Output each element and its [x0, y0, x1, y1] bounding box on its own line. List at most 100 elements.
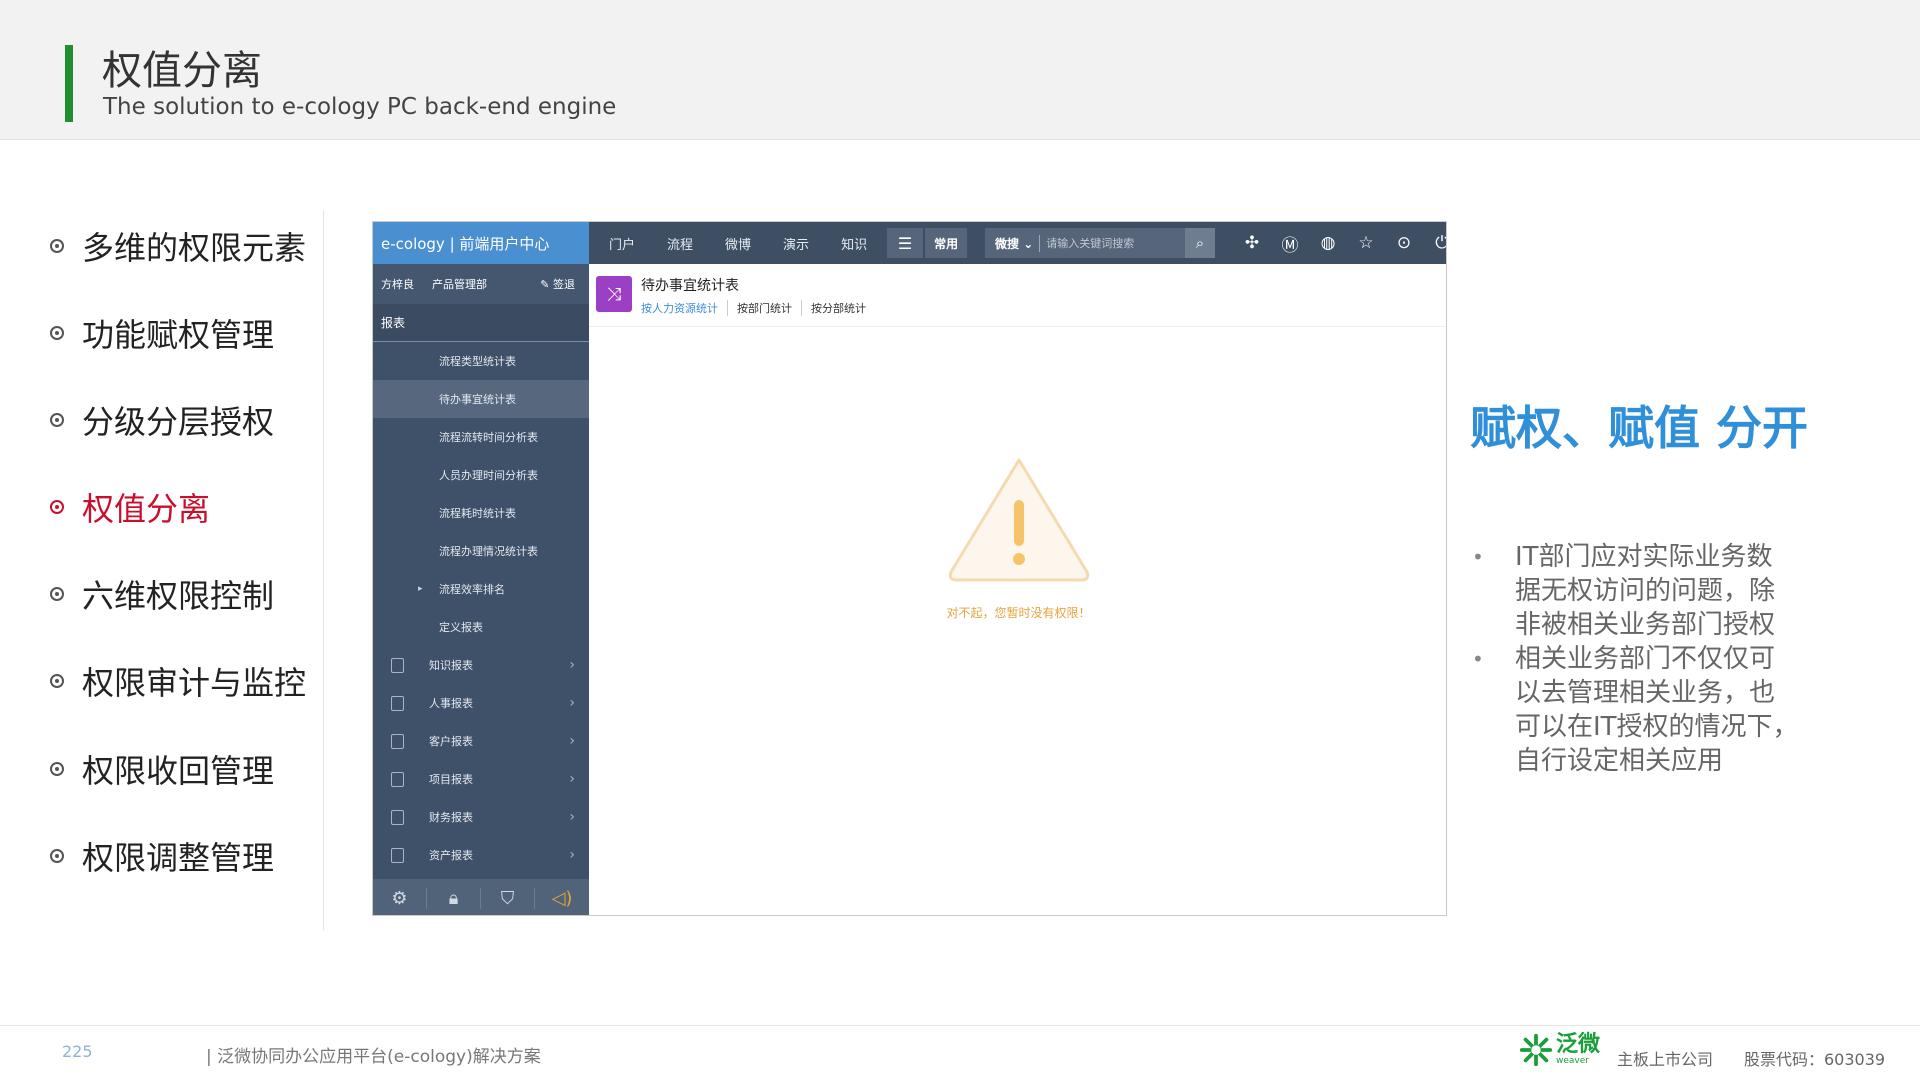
- bullet-line: 可以在IT授权的情况下，: [1515, 712, 1799, 742]
- group-label: 财务报表: [429, 811, 473, 824]
- nav-weibo[interactable]: 微博: [725, 234, 751, 253]
- nav-knowledge[interactable]: 知识: [841, 234, 867, 253]
- sidebar-group[interactable]: 财务报表 ›: [373, 798, 589, 836]
- menu-item-2[interactable]: 分级分层授权: [50, 396, 274, 444]
- logo-brand-name: 泛微: [1556, 1032, 1601, 1057]
- report-tabs: 按人力资源统计 按部门统计 按分部统计: [641, 300, 875, 316]
- menu-item-label: 权限审计与监控: [82, 664, 307, 702]
- sidebar-group[interactable]: 知识报表 ›: [373, 646, 589, 684]
- bullet-item: IT部门应对实际业务数 据无权访问的问题，除 非被相关业务部门授权: [1470, 540, 1830, 642]
- chevron-right-icon: ›: [569, 847, 575, 863]
- app-brand[interactable]: e-cology | 前端用户中心: [373, 222, 589, 264]
- sub-item-label: 流程耗时统计表: [439, 507, 516, 520]
- sub-item-label: 待办事宜统计表: [439, 393, 516, 406]
- slide-header: 权值分离 The solution to e-cology PC back-en…: [0, 0, 1920, 140]
- menu-item-1[interactable]: 功能赋权管理: [50, 309, 274, 357]
- more-icon[interactable]: ⊙: [1385, 233, 1423, 253]
- sidebar-group[interactable]: 人事报表 ›: [373, 684, 589, 722]
- sidebar-sub-item[interactable]: 人员办理时间分析表: [373, 456, 589, 494]
- menu-item-label: 六维权限控制: [82, 577, 275, 615]
- menu-item-label: 分级分层授权: [82, 403, 275, 441]
- lock-icon[interactable]: 🔒︎: [427, 887, 481, 909]
- sidebar-sub-item[interactable]: 流程流转时间分析表: [373, 418, 589, 456]
- tab-by-department[interactable]: 按部门统计: [727, 300, 801, 316]
- nav-workflow[interactable]: 流程: [667, 234, 693, 253]
- search-input[interactable]: 请输入关键词搜索: [1046, 235, 1134, 251]
- report-title: 待办事宜统计表: [641, 278, 739, 294]
- section-title-reports[interactable]: 报表: [373, 304, 589, 342]
- sidebar-sub-item[interactable]: 流程耗时统计表: [373, 494, 589, 532]
- sign-out-label: 签退: [553, 278, 575, 291]
- nav-demo[interactable]: 演示: [783, 234, 809, 253]
- sidebar-sub-item[interactable]: 流程类型统计表: [373, 342, 589, 380]
- sidebar-sub-item[interactable]: ▸ 流程效率排名: [373, 570, 589, 608]
- bullet-line: 据无权访问的问题，除: [1515, 576, 1776, 606]
- listing-label: 主板上市公司: [1617, 1050, 1714, 1069]
- hamburger-icon[interactable]: ☰: [887, 228, 924, 258]
- m-circle-icon[interactable]: Ⓜ: [1271, 231, 1309, 256]
- document-icon: [391, 657, 404, 673]
- menu-item-label: 功能赋权管理: [82, 316, 275, 354]
- star-icon[interactable]: ☆: [1347, 233, 1385, 253]
- tab-by-hr[interactable]: 按人力资源统计: [641, 300, 727, 316]
- tab-by-branch[interactable]: 按分部统计: [801, 300, 875, 316]
- menu-item-5[interactable]: 权限审计与监控: [50, 657, 306, 705]
- sidebar-sub-item-active[interactable]: 待办事宜统计表: [373, 380, 589, 418]
- menu-item-6[interactable]: 权限收回管理: [50, 745, 274, 793]
- sidebar-sub-item[interactable]: 流程办理情况统计表: [373, 532, 589, 570]
- menu-item-7[interactable]: 权限调整管理: [50, 832, 274, 880]
- sidebar-group[interactable]: 项目报表 ›: [373, 760, 589, 798]
- menu-item-3[interactable]: 权值分离: [50, 483, 210, 531]
- menu-divider: [323, 210, 324, 930]
- chevron-right-icon: ›: [569, 657, 575, 673]
- gear-icon[interactable]: ⚙: [373, 887, 427, 909]
- common-button[interactable]: 常用: [925, 228, 968, 258]
- search-scope-dropdown[interactable]: 微搜 ⌄: [985, 234, 1041, 252]
- sidebar-group[interactable]: 资产报表 ›: [373, 836, 589, 874]
- user-row: 方梓良 产品管理部 ✎ 签退: [373, 264, 589, 304]
- logo-text: 泛微 weaver: [1554, 1032, 1601, 1067]
- sidebar-bottom-toolbar: ⚙ 🔒︎ ⛉ ◁): [373, 879, 589, 915]
- page-number: 225: [62, 1042, 93, 1061]
- shirt-icon[interactable]: ⛉: [481, 887, 535, 909]
- bullet-icon: [50, 239, 64, 253]
- search-scope-label: 微搜: [995, 236, 1020, 251]
- puzzle-icon[interactable]: ✣: [1233, 233, 1271, 253]
- speaker-icon[interactable]: ◁): [535, 888, 589, 909]
- app-screenshot: e-cology | 前端用户中心 门户 流程 微博 演示 知识 ☰ 常用 微搜…: [372, 221, 1447, 916]
- warning-icon: [948, 458, 1090, 582]
- sub-item-label: 流程效率排名: [439, 583, 505, 596]
- bullet-icon: [50, 587, 64, 601]
- menu-item-0[interactable]: 多维的权限元素: [50, 222, 306, 270]
- menu-item-4[interactable]: 六维权限控制: [50, 570, 274, 618]
- no-permission-message: 对不起，您暂时没有权限！: [946, 606, 1091, 620]
- globe-icon[interactable]: ◍: [1309, 233, 1347, 253]
- bullet-line: 非被相关业务部门授权: [1515, 610, 1776, 640]
- search-icon[interactable]: ⌕: [1185, 228, 1215, 258]
- group-label: 人事报表: [429, 697, 473, 710]
- power-icon[interactable]: ⏻: [1423, 233, 1446, 253]
- menu-item-label: 权值分离: [82, 490, 211, 528]
- user-name[interactable]: 方梓良: [381, 276, 414, 292]
- sidebar-group[interactable]: 客户报表 ›: [373, 722, 589, 760]
- bullet-line: 相关业务部门不仅仅可: [1515, 644, 1776, 674]
- group-label: 资产报表: [429, 849, 473, 862]
- weaver-logo-icon: [1519, 1033, 1553, 1067]
- caret-right-icon: ▸: [418, 584, 423, 594]
- nav-portal[interactable]: 门户: [609, 234, 635, 253]
- chevron-right-icon: ›: [569, 733, 575, 749]
- sub-item-label: 流程类型统计表: [439, 355, 516, 368]
- sidebar-sub-item[interactable]: 定义报表: [373, 608, 589, 646]
- search-box[interactable]: 微搜 ⌄ 请输入关键词搜索: [985, 228, 1185, 258]
- menu-item-label: 权限调整管理: [82, 839, 275, 877]
- document-icon: [391, 809, 404, 825]
- top-nav: 门户 流程 微博 演示 知识 ☰ 常用: [589, 222, 968, 264]
- footer-text: | 泛微协同办公应用平台(e-cology)解决方案: [206, 1047, 541, 1067]
- group-label: 知识报表: [429, 659, 473, 672]
- bullet-icon: [50, 413, 64, 427]
- logo-brand-sub: weaver: [1556, 1056, 1589, 1066]
- bullet-icon: [50, 500, 64, 514]
- sign-out-button[interactable]: ✎ 签退: [540, 276, 575, 292]
- stock-code: 股票代码：603039: [1744, 1050, 1886, 1069]
- bullet-line: 以去管理相关业务，也: [1515, 678, 1776, 708]
